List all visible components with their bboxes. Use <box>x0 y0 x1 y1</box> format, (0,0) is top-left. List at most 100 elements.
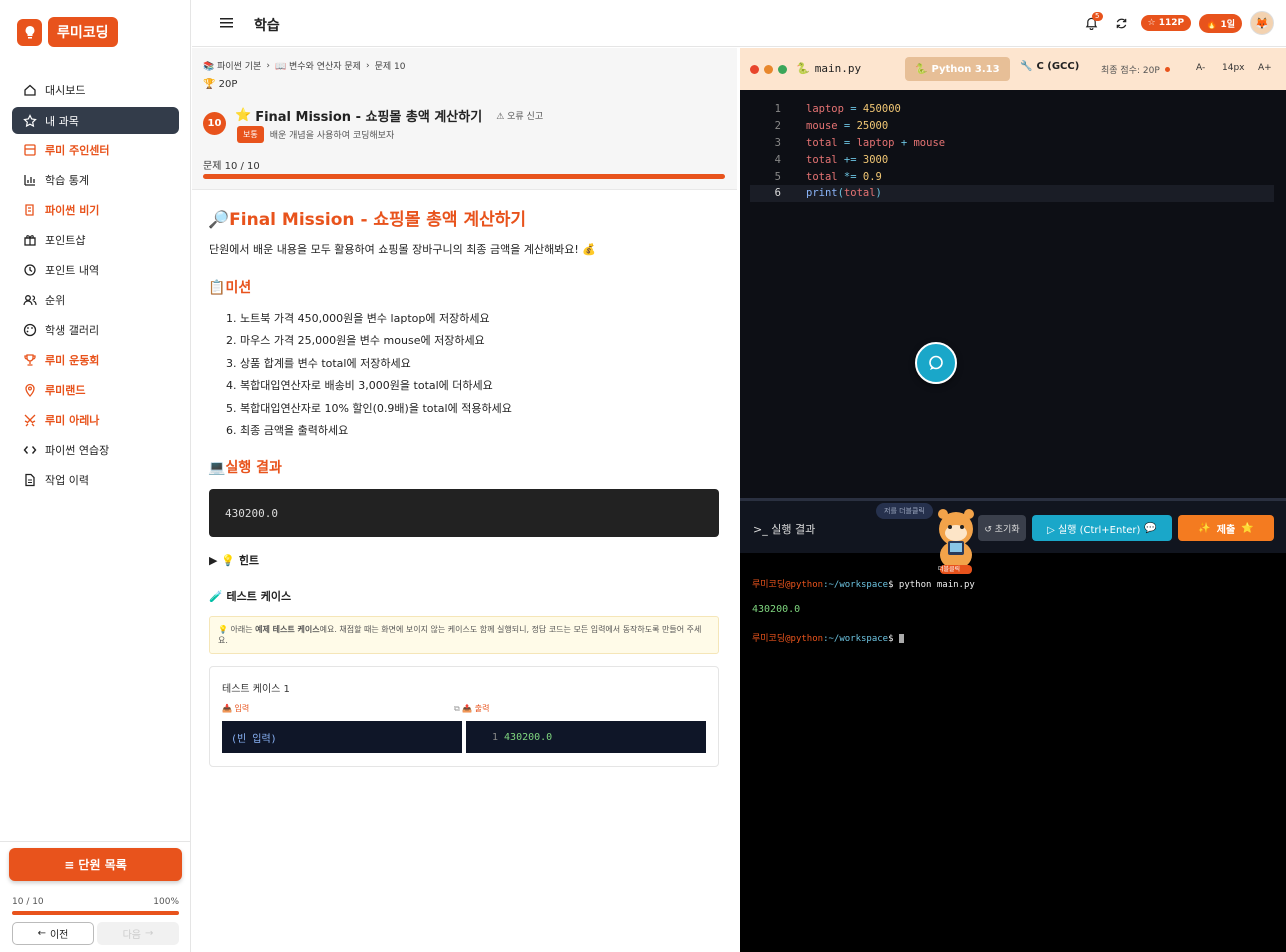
sidebar-item-9[interactable]: 학생 갤러리 <box>12 315 179 345</box>
python-icon: 🐍 <box>915 63 928 75</box>
mission-list: 1. 노트북 가격 450,000원을 변수 laptop에 저장하세요 2. 마… <box>226 310 512 444</box>
breadcrumb: 📚 파이썬 기본 › 📖 변수와 연산자 문제 › 문제 10 <box>203 59 405 73</box>
code-token: total <box>806 136 838 149</box>
output-label-text: 📤 출력 <box>462 704 490 713</box>
sidebar-item-12[interactable]: 루미 아레나 <box>12 405 179 435</box>
problem-body-title-text: Final Mission - 쇼핑몰 총액 계산하기 <box>229 210 527 230</box>
sidebar-item-1[interactable]: 대시보드 <box>12 75 179 105</box>
divider <box>0 841 191 842</box>
chat-button[interactable] <box>915 342 957 384</box>
sidebar-item-10[interactable]: 루미 운동회 <box>12 345 179 375</box>
chat-bubble-icon <box>929 355 943 370</box>
terminal-result: 430200.0 <box>752 604 801 615</box>
file-tab[interactable]: 🐍 main.py <box>796 62 861 75</box>
testcase-output: 1 430200.0 <box>466 721 706 753</box>
streak-badge[interactable]: 🔥 1일 <box>1199 13 1242 33</box>
sidebar-item-7[interactable]: 포인트 내역 <box>12 255 179 285</box>
sidebar-item-label: 루미랜드 <box>45 384 86 397</box>
mission-item: 6. 최종 금액을 출력하세요 <box>226 423 349 437</box>
reset-button[interactable]: ↺ 초기화 <box>978 515 1026 541</box>
hamburger-icon[interactable] <box>220 16 234 30</box>
sidebar-item-5[interactable]: 파이썬 비기 <box>12 195 179 225</box>
c-language-tab[interactable]: 🔧 C (GCC) <box>1020 61 1079 72</box>
report-error-button[interactable]: ⚠ 오류 신고 <box>496 109 543 122</box>
sidebar-item-label: 루미 아레나 <box>45 414 100 427</box>
code-token: += <box>837 153 863 166</box>
filename: main.py <box>814 62 862 75</box>
refresh-button[interactable] <box>1111 12 1133 34</box>
sidebar-item-label: 학습 통계 <box>45 174 89 187</box>
prompt-user: 루미코딩@python <box>752 580 824 590</box>
code-text: mouse = 25000 <box>806 120 888 132</box>
sidebar-item-4[interactable]: 학습 통계 <box>12 165 179 195</box>
code-token: laptop <box>856 136 895 149</box>
problem-description: 단원에서 배운 내용을 모두 활용하여 쇼핑몰 장바구니의 최종 금액을 계산해… <box>209 243 597 256</box>
code-token: mouse <box>913 136 946 149</box>
clipboard-icon: 📋 <box>208 280 226 296</box>
page-title: 학습 <box>254 18 280 34</box>
code-token: 3000 <box>862 153 889 166</box>
terminal-output[interactable]: 루미코딩@python:~/workspace$ python main.py … <box>752 577 975 658</box>
output-label: ⧉ 📤 출력 <box>454 703 490 714</box>
hint-toggle[interactable]: ▶ 💡 힌트 <box>209 552 259 568</box>
points-badge[interactable]: ☆ 112P <box>1140 15 1192 31</box>
sidebar-item-6[interactable]: 포인트샵 <box>12 225 179 255</box>
swords-icon <box>24 414 36 427</box>
code-token: mouse <box>806 120 838 133</box>
gift-icon <box>24 235 36 246</box>
next-button[interactable]: 다음 → <box>97 922 179 945</box>
line-number: 3 <box>774 136 781 149</box>
avatar[interactable]: 🦊 <box>1250 11 1274 35</box>
sidebar-item-8[interactable]: 순위 <box>12 285 179 315</box>
logo[interactable]: 루미코딩 <box>17 17 118 47</box>
run-button[interactable]: ▷ 실행 (Ctrl+Enter) 💬 <box>1032 515 1172 541</box>
code-text: print(total) <box>806 187 882 199</box>
result-heading: 💻실행 결과 <box>208 457 282 477</box>
note-text: 💡 아래는 <box>218 625 256 634</box>
line-number: 1 <box>774 103 781 116</box>
line-number: 2 <box>774 120 781 133</box>
question-count: 문제 10 / 10 <box>203 161 260 172</box>
font-decrease-button[interactable]: A- <box>1196 63 1205 73</box>
prompt-symbol: $ <box>888 634 899 644</box>
code-text: total *= 0.9 <box>806 171 882 183</box>
star-icon: ⭐ <box>235 108 252 123</box>
star-icon <box>23 113 37 127</box>
sidebar: 루미코딩 대시보드 내 과목 루미 주인센터학습 통계파이썬 비기포인트샵포인트 내… <box>0 0 191 952</box>
code-token: 25000 <box>856 120 889 133</box>
sidebar-item-3[interactable]: 루미 주인센터 <box>12 135 179 165</box>
notification-button[interactable]: 5 <box>1081 12 1103 34</box>
code-area[interactable]: 1 laptop = 450000 2 mouse = 25000 3 total = l… <box>750 101 1274 202</box>
submit-button[interactable]: ✨ 제출 ⭐ <box>1178 515 1274 541</box>
sidebar-item-11[interactable]: 루미랜드 <box>12 375 179 405</box>
python-icon: 🐍 <box>796 62 810 75</box>
star-icon: ⭐ <box>1241 522 1254 534</box>
sidebar-item-13[interactable]: 파이썬 연습장 <box>12 435 179 465</box>
file-icon <box>25 473 35 487</box>
sidebar-item-14[interactable]: 작업 이력 <box>12 465 179 495</box>
prompt-user: 루미코딩@python <box>752 634 824 644</box>
breadcrumb-unit[interactable]: 📖 변수와 연산자 문제 <box>275 59 361 72</box>
font-increase-button[interactable]: A+ <box>1258 63 1272 73</box>
mission-item: 3. 상품 합계를 변수 total에 저장하세요 <box>226 356 411 370</box>
laptop-icon: 💻 <box>208 460 226 476</box>
prev-button[interactable]: ← 이전 <box>12 922 94 945</box>
breadcrumb-course[interactable]: 📚 파이썬 기본 <box>203 59 261 72</box>
unit-list-button[interactable]: ≡ 단원 목록 <box>9 848 182 881</box>
submit-label: 제출 <box>1216 524 1236 536</box>
terminal-line: 루미코딩@python:~/workspace$ python main.py <box>752 577 975 604</box>
mascot-tooltip: 저를 더블클릭 <box>876 503 933 519</box>
problem-title-text: Final Mission - 쇼핑몰 총액 계산하기 <box>255 110 483 125</box>
code-token: = <box>837 136 857 149</box>
unit-progress-fill <box>12 911 179 915</box>
sidebar-item-label: 루미 운동회 <box>45 354 100 367</box>
sidebar-item-2[interactable]: 내 과목 <box>12 107 179 134</box>
code-icon <box>23 446 37 454</box>
sidebar-item-label: 포인트샵 <box>45 234 86 247</box>
sidebar-item-label: 학생 갤러리 <box>45 324 100 337</box>
sidebar-item-label: 파이썬 비기 <box>45 204 100 217</box>
sidebar-item-label: 파이썬 연습장 <box>45 444 110 457</box>
python-language-tab[interactable]: 🐍 Python 3.13 <box>905 57 1010 81</box>
problem-number-badge: 10 <box>203 112 226 135</box>
chevron-right-icon: › <box>365 60 370 71</box>
